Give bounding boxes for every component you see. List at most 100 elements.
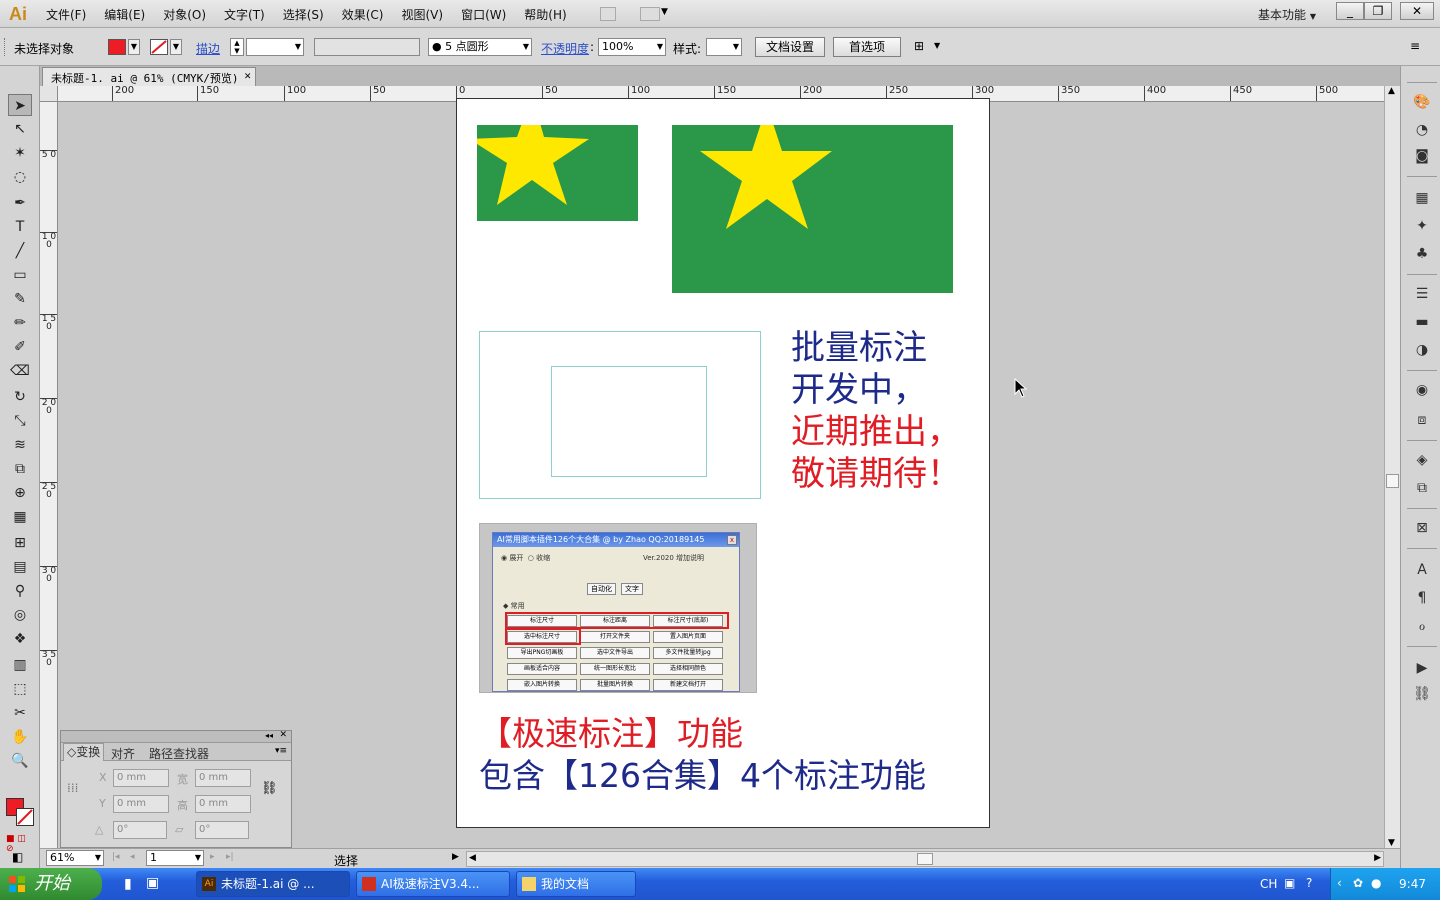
symbols-icon[interactable]: ♣ [1411,244,1433,264]
slice-tool-icon[interactable]: ✂ [8,702,32,724]
panel-header[interactable]: ◂◂ ✕ [61,730,291,743]
menu-type[interactable]: 文字(T) [224,6,265,23]
arrange-icon[interactable]: ⊞ [914,39,924,53]
document-setup-button[interactable]: 文档设置 [755,37,825,57]
stroke-weight-stepper[interactable]: ▲ ▼ [230,38,244,56]
brushes-icon[interactable]: ✦ [1411,216,1433,236]
first-artboard-icon[interactable]: |◂ [112,852,120,862]
menu-edit[interactable]: 编辑(E) [104,6,145,23]
width-input[interactable]: 0 mm [195,769,251,787]
stroke-dropdown[interactable]: ▼ [170,39,182,55]
warp-tool-icon[interactable]: ≋ [8,434,32,456]
show-desktop-icon[interactable]: ▣ [146,875,159,891]
menu-view[interactable]: 视图(V) [401,6,443,23]
character-panel-icon[interactable]: A [1411,560,1433,580]
ime-icon[interactable]: ▣ [1284,876,1295,890]
layers-panel-icon[interactable]: ◈ [1411,450,1433,470]
eraser-tool-icon[interactable]: ⌫ [8,360,32,382]
menu-help[interactable]: 帮助(H) [524,6,566,23]
lasso-tool-icon[interactable]: ◌ [8,166,32,188]
perspective-grid-tool-icon[interactable]: ▦ [8,506,32,528]
previous-artboard-icon[interactable]: ◂ [130,852,135,862]
task-illustrator[interactable]: Ai 未标题-1.ai @ ... [196,871,350,897]
tray-expand-icon[interactable]: ‹ [1337,876,1342,890]
qq-icon[interactable]: ● [1371,876,1381,890]
menu-select[interactable]: 选择(S) [283,6,324,23]
reference-point-icon[interactable]: ⁞⁞⁞ [67,781,85,799]
menu-window[interactable]: 窗口(W) [461,6,506,23]
tab-document[interactable]: 未标题-1. ai @ 61% (CMYK/预览) ✕ [42,67,256,86]
scroll-thumb[interactable] [1386,474,1399,488]
inner-rectangle[interactable] [551,366,707,477]
shear-input[interactable]: 0° [195,821,249,839]
chevron-down-icon[interactable]: ▼ [934,41,940,50]
type-tool-icon[interactable]: T [8,216,32,238]
opacity-input[interactable]: 100% ▼ [598,38,666,56]
rotate-input[interactable]: 0° [113,821,167,839]
links-panel-icon[interactable]: ⛓ [1411,684,1433,704]
swatches-icon[interactable]: ▦ [1411,188,1433,208]
ruler-origin[interactable] [40,86,58,102]
artboard[interactable]: 批量标注 开发中， 近期推出， 敬请期待！ AI常用脚本插件126个大合集 @ … [456,98,990,828]
arrange-documents-icon[interactable] [640,7,660,21]
menu-file[interactable]: 文件(F) [46,6,86,23]
close-icon[interactable]: ✕ [279,730,287,740]
last-artboard-icon[interactable]: ▸| [226,852,234,862]
pencil-tool-icon[interactable]: ✏ [8,312,32,334]
paintbrush-tool-icon[interactable]: ✎ [8,288,32,310]
transparency-panel-icon[interactable]: ◑ [1411,340,1433,360]
start-button[interactable]: 开始 [0,868,102,900]
brush-definition[interactable]: ● 5 点圆形 ▼ [428,38,532,56]
menu-effect[interactable]: 效果(C) [342,6,384,23]
scroll-up-icon[interactable]: ▲ [1388,86,1395,96]
help-icon[interactable]: ? [1306,876,1312,890]
bridge-icon[interactable] [600,7,616,21]
stroke-panel-icon[interactable]: ☰ [1411,284,1433,304]
close-tab-icon[interactable]: ✕ [244,69,251,82]
color-mode-icons[interactable]: ■ ◫ ⊘ [6,834,34,854]
scroll-left-icon[interactable]: ◀ [469,853,476,863]
horizontal-scrollbar[interactable]: ◀ ▶ [466,851,1384,867]
vertical-ruler[interactable]: 5 0 1 0 0 1 5 0 2 0 0 2 5 0 3 0 0 3 5 0 [40,102,58,848]
embedded-screenshot[interactable]: AI常用脚本插件126个大合集 @ by Zhao QQ:20189145 x … [479,523,757,693]
development-notice[interactable]: 批量标注 开发中， 近期推出， 敬请期待！ [791,327,961,495]
clock[interactable]: 9:47 [1399,877,1426,891]
eyedropper-tool-icon[interactable]: ⚲ [8,580,32,602]
pen-tool-icon[interactable]: ✒ [8,192,32,214]
y-input[interactable]: 0 mm [113,795,169,813]
line-tool-icon[interactable]: ╱ [8,240,32,262]
task-my-documents[interactable]: 我的文档 [516,871,636,897]
gradient-panel-icon[interactable]: ▬ [1411,312,1433,332]
blob-brush-tool-icon[interactable]: ✐ [8,336,32,358]
stroke-indicator[interactable] [16,808,34,826]
zoom-select[interactable]: 61% ▼ [46,850,104,866]
column-graph-tool-icon[interactable]: ▥ [8,654,32,676]
zoom-tool-icon[interactable]: 🔍 [8,750,32,772]
scroll-right-icon[interactable]: ▶ [1374,853,1381,863]
selection-tool-icon[interactable]: ➤ [8,94,32,116]
rotate-tool-icon[interactable]: ↻ [8,386,32,408]
workspace-switcher[interactable]: 基本功能 ▼ [1258,6,1316,23]
fill-dropdown[interactable]: ▼ [128,39,140,55]
panel-menu-icon[interactable]: ≡ [1410,39,1420,53]
scale-tool-icon[interactable]: ⤡ [8,410,32,432]
panel-menu-icon[interactable]: ▾≡ [275,746,287,756]
hand-tool-icon[interactable]: ✋ [8,726,32,748]
x-input[interactable]: 0 mm [113,769,169,787]
fill-color-swatch[interactable] [108,39,126,55]
flag-image-small[interactable] [477,125,638,221]
kuler-icon[interactable]: ◙ [1411,146,1433,166]
minimize-button[interactable]: _ [1336,2,1364,20]
opentype-panel-icon[interactable]: ℴ [1411,616,1433,636]
graphic-style-picker[interactable]: ▼ [706,38,742,56]
direct-selection-tool-icon[interactable]: ↖ [8,118,32,140]
stroke-link[interactable]: 描边 [196,40,220,57]
quick-launch-icon[interactable]: ▮ [124,876,132,892]
tab-pathfinder[interactable]: 路径查找器 [149,745,209,762]
paragraph-panel-icon[interactable]: ¶ [1411,588,1433,608]
artboard-tool-icon[interactable]: ⬚ [8,678,32,700]
variable-width-profile[interactable] [314,38,420,56]
actions-panel-icon[interactable]: ▶ [1411,658,1433,678]
color-guide-icon[interactable]: ◔ [1411,120,1433,140]
symbol-sprayer-tool-icon[interactable]: ❖ [8,628,32,650]
